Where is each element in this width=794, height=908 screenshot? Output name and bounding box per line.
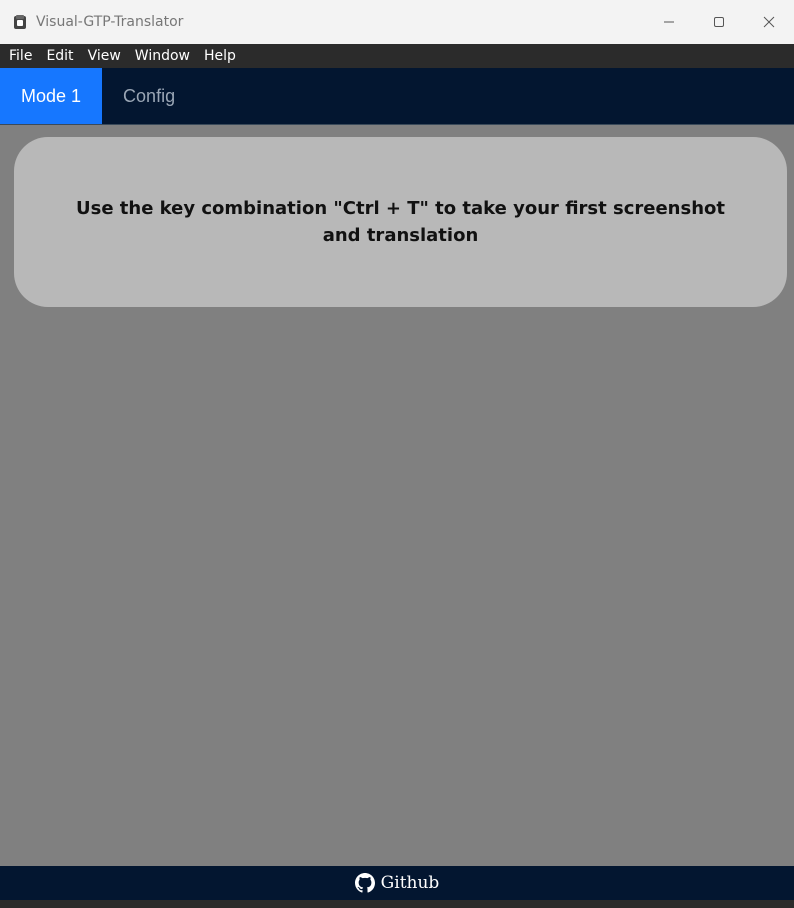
instruction-text: Use the key combination "Ctrl + T" to ta… — [75, 198, 725, 246]
close-button[interactable] — [744, 0, 794, 44]
maximize-icon — [714, 17, 724, 27]
menu-help[interactable]: Help — [197, 44, 243, 68]
tab-mode-1[interactable]: Mode 1 — [0, 68, 103, 124]
tab-bar: Mode 1 Config — [0, 68, 794, 125]
window-controls — [644, 0, 794, 44]
app-window: Visual-GTP-Translator File Edit View Win… — [0, 0, 794, 908]
menu-window[interactable]: Window — [128, 44, 197, 68]
footer: Github — [0, 866, 794, 900]
menu-edit[interactable]: Edit — [39, 44, 80, 68]
minimize-button[interactable] — [644, 0, 694, 44]
instruction-card: Use the key combination "Ctrl + T" to ta… — [14, 137, 787, 307]
window-bottom-edge — [0, 900, 794, 908]
menu-bar: File Edit View Window Help — [0, 44, 794, 68]
window-title: Visual-GTP-Translator — [36, 14, 184, 30]
github-icon — [354, 873, 375, 893]
tab-config[interactable]: Config — [102, 68, 196, 124]
menu-view[interactable]: View — [81, 44, 128, 68]
menu-file[interactable]: File — [2, 44, 39, 68]
github-link[interactable]: Github — [354, 873, 440, 893]
title-bar[interactable]: Visual-GTP-Translator — [0, 0, 794, 44]
maximize-button[interactable] — [694, 0, 744, 44]
minimize-icon — [664, 21, 674, 23]
close-icon — [763, 16, 775, 28]
app-icon — [14, 15, 26, 29]
github-label: Github — [380, 873, 440, 893]
